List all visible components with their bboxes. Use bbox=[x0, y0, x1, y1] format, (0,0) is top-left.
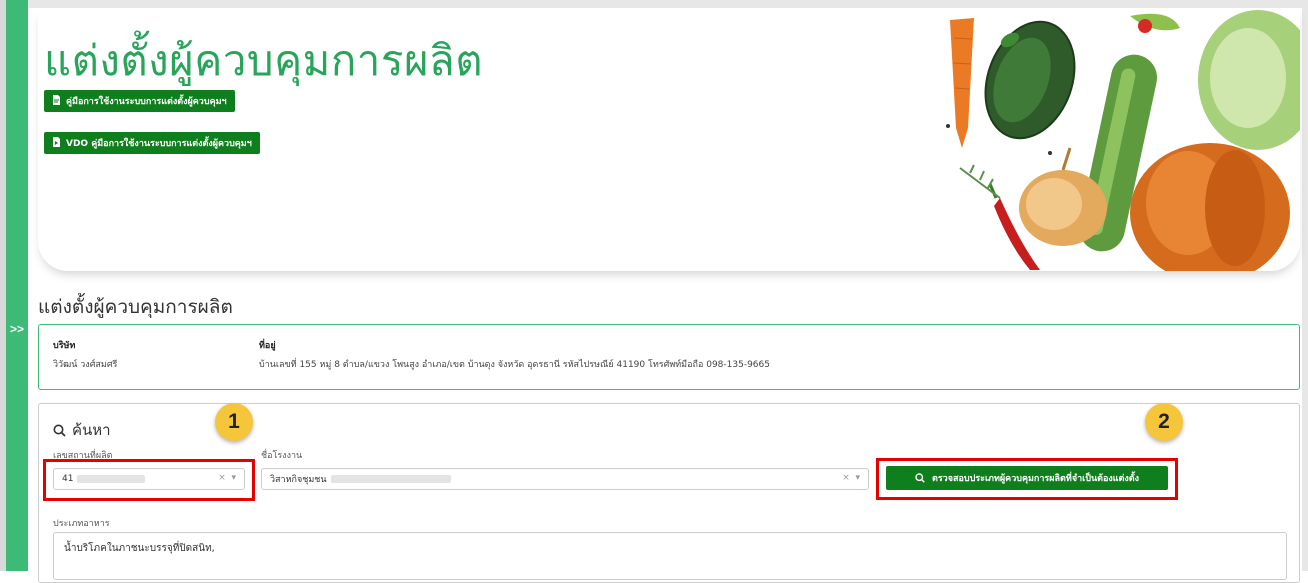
file-icon bbox=[52, 94, 61, 108]
annotation-badge-2: 2 bbox=[1145, 403, 1183, 441]
manual-button[interactable]: คู่มือการใช้งานระบบการแต่งตั้งผู้ควบคุมฯ bbox=[44, 90, 235, 112]
food-type-field[interactable]: น้ำบริโภคในภาชนะบรรจุที่ปิดสนิท, bbox=[53, 532, 1287, 580]
hero-banner: แต่งตั้งผู้ควบคุมการผลิต คู่มือการใช้งาน… bbox=[38, 8, 1300, 271]
factory-name-select[interactable]: วิสาหกิจชุมชน × ▾ bbox=[261, 468, 869, 490]
food-type-value: น้ำบริโภคในภาชนะบรรจุที่ปิดสนิท, bbox=[64, 543, 215, 554]
window-frame-right bbox=[1302, 0, 1308, 571]
clear-icon[interactable]: × bbox=[842, 473, 850, 483]
page-title: แต่งตั้งผู้ควบคุมการผลิต bbox=[44, 36, 484, 85]
vdo-button-label: VDO คู่มือการใช้งานระบบการแต่งตั้งผู้ควบ… bbox=[66, 139, 252, 149]
highlight-box-1 bbox=[43, 459, 255, 501]
manual-button-label: คู่มือการใช้งานระบบการแต่งตั้งผู้ควบคุมฯ bbox=[66, 97, 227, 107]
company-label: บริษัท bbox=[53, 341, 76, 351]
redacted-text bbox=[330, 475, 451, 483]
window-frame-top bbox=[28, 0, 1308, 8]
chevron-down-icon[interactable]: ▾ bbox=[855, 473, 860, 483]
sidebar: >> bbox=[6, 0, 28, 571]
sidebar-toggle-button[interactable]: >> bbox=[6, 322, 28, 336]
company-info-card: บริษัท วิวัฒน์ วงศ์สมศรี ที่อยู่ บ้านเลข… bbox=[38, 324, 1300, 390]
video-file-icon bbox=[52, 136, 61, 150]
address-label: ที่อยู่ bbox=[259, 341, 276, 351]
annotation-badge-1: 1 bbox=[215, 403, 253, 441]
company-name: วิวัฒน์ วงศ์สมศรี bbox=[53, 360, 118, 370]
search-heading: ค้นหา bbox=[53, 418, 111, 442]
search-heading-label: ค้นหา bbox=[72, 421, 111, 439]
search-icon bbox=[53, 424, 66, 437]
vdo-manual-button[interactable]: VDO คู่มือการใช้งานระบบการแต่งตั้งผู้ควบ… bbox=[44, 132, 260, 154]
factory-name-value: วิสาหกิจชุมชน bbox=[270, 475, 327, 485]
vegetables-illustration bbox=[930, 8, 1300, 271]
food-type-label: ประเภทอาหาร bbox=[53, 519, 110, 529]
select-controls[interactable]: × ▾ bbox=[842, 473, 860, 483]
highlight-box-2 bbox=[876, 458, 1178, 500]
company-address: บ้านเลขที่ 155 หมู่ 8 ตำบล/แขวง โพนสูง อ… bbox=[259, 360, 770, 370]
factory-name-label: ชื่อโรงงาน bbox=[261, 451, 303, 461]
section-title: แต่งตั้งผู้ควบคุมการผลิต bbox=[38, 296, 233, 318]
